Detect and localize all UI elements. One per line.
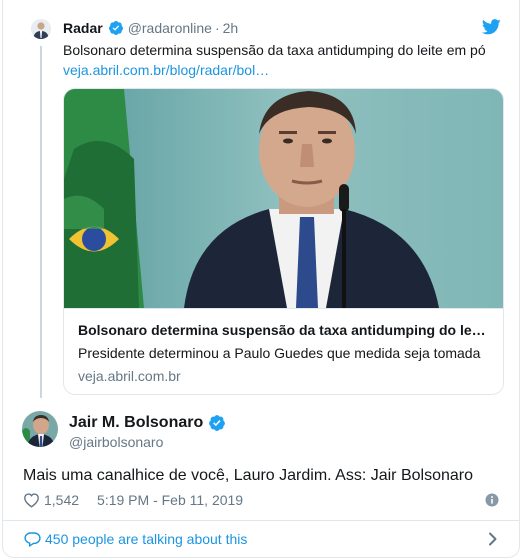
like-count[interactable]: 1,542 bbox=[44, 492, 79, 508]
radar-display-name[interactable]: Radar bbox=[63, 20, 103, 36]
talking-about-row[interactable]: 450 people are talking about this bbox=[3, 521, 519, 557]
chat-bubble-icon bbox=[24, 532, 41, 547]
main-tweet-text: Mais uma canalhice de você, Lauro Jardim… bbox=[23, 467, 473, 484]
verified-badge-icon bbox=[108, 21, 123, 35]
link-preview-title[interactable]: Bolsonaro determina suspensão da taxa an… bbox=[78, 320, 493, 340]
info-icon[interactable] bbox=[485, 493, 499, 507]
link-preview-domain: veja.abril.com.br bbox=[78, 368, 181, 384]
main-tweet-meta: 1,542 5:19 PM - Feb 11, 2019 bbox=[23, 490, 243, 510]
thread-connector-line bbox=[40, 46, 42, 398]
header-separator: · bbox=[214, 20, 220, 36]
quoted-tweet-time[interactable]: 2h bbox=[223, 20, 239, 36]
quoted-tweet-text: Bolsonaro determina suspensão da taxa an… bbox=[63, 42, 486, 58]
verified-badge-icon bbox=[209, 415, 226, 431]
bolsonaro-display-name[interactable]: Jair M. Bolsonaro bbox=[69, 414, 203, 432]
heart-icon[interactable] bbox=[23, 492, 40, 508]
twitter-bird-icon[interactable] bbox=[482, 19, 501, 35]
chevron-right-icon[interactable] bbox=[488, 532, 498, 546]
link-preview-card[interactable]: Bolsonaro determina suspensão da taxa an… bbox=[63, 88, 504, 395]
embedded-tweet-card: Radar @radaronline · 2h Bolsonaro determ… bbox=[2, 0, 520, 558]
talking-about-text[interactable]: 450 people are talking about this bbox=[45, 530, 247, 548]
quoted-tweet-link[interactable]: veja.abril.com.br/blog/radar/bol… bbox=[63, 60, 269, 80]
tweet-timestamp[interactable]: 5:19 PM - Feb 11, 2019 bbox=[97, 492, 243, 508]
radar-handle[interactable]: @radaronline bbox=[128, 20, 212, 36]
main-tweet-name-row: Jair M. Bolsonaro bbox=[69, 413, 226, 433]
link-preview-image bbox=[64, 89, 503, 308]
bolsonaro-handle[interactable]: @jairbolsonaro bbox=[69, 433, 163, 451]
link-preview-description: Presidente determinou a Paulo Guedes que… bbox=[78, 345, 481, 361]
link-preview-body: Bolsonaro determina suspensão da taxa an… bbox=[64, 308, 503, 394]
radar-avatar[interactable] bbox=[31, 19, 51, 39]
quoted-tweet-header: Radar @radaronline · 2h bbox=[63, 18, 238, 38]
bolsonaro-avatar[interactable] bbox=[22, 411, 58, 447]
